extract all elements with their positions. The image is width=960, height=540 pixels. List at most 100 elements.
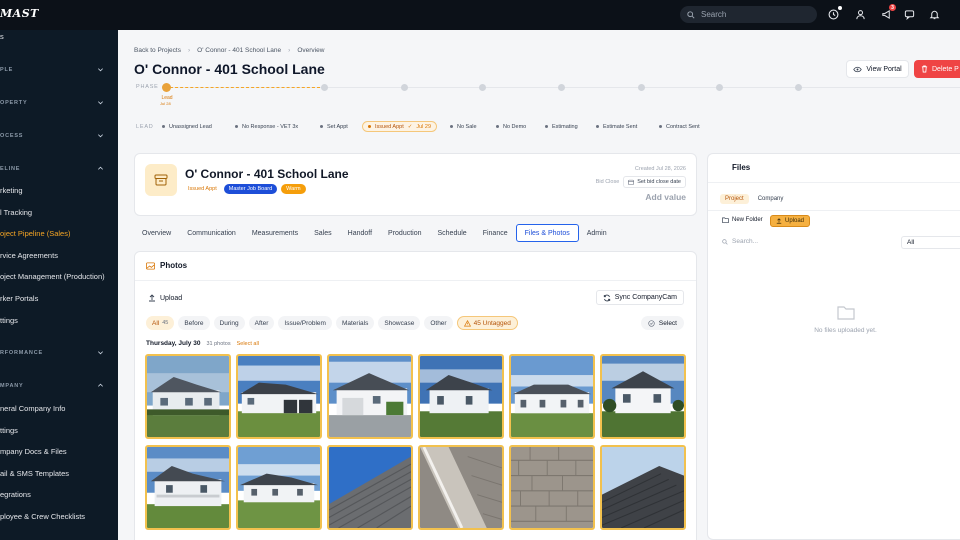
temperature-badge[interactable]: Warm — [281, 184, 306, 194]
lead-stage[interactable]: No Response - VET 3x — [235, 121, 298, 132]
sidebar-item-company-docs[interactable]: mpany Docs & Files — [0, 447, 67, 456]
photo-thumbnail[interactable] — [236, 445, 322, 530]
filter-after[interactable]: After — [248, 316, 275, 330]
select-all-link[interactable]: Select all — [237, 341, 259, 347]
tab-production[interactable]: Production — [380, 224, 429, 242]
filter-other[interactable]: Other — [424, 316, 453, 330]
phase-step-lead[interactable] — [162, 83, 171, 92]
search-input[interactable] — [701, 10, 811, 19]
tab-handoff[interactable]: Handoff — [340, 224, 380, 242]
app-logo[interactable]: MAST — [0, 7, 39, 20]
tab-communication[interactable]: Communication — [179, 224, 244, 242]
sidebar-item-worker-portals[interactable]: rker Portals — [0, 294, 38, 303]
tab-sales[interactable]: Sales — [306, 224, 340, 242]
lead-stage[interactable]: Contract Sent — [659, 121, 700, 132]
sidebar-section-pipeline[interactable]: ELINE — [0, 166, 20, 172]
sync-companycam-button[interactable]: Sync CompanyCam — [595, 290, 684, 305]
chevron-up-icon[interactable] — [97, 382, 104, 389]
delete-button[interactable]: Delete P — [914, 60, 960, 78]
select-photos-button[interactable]: Select — [640, 316, 684, 330]
tab-measurements[interactable]: Measurements — [244, 224, 306, 242]
filter-showcase[interactable]: Showcase — [378, 316, 421, 330]
upload-photos-button[interactable]: Upload — [148, 294, 182, 302]
photo-thumbnail[interactable] — [418, 354, 504, 439]
breadcrumb-project[interactable]: O' Connor - 401 School Lane — [197, 47, 281, 54]
lead-stage[interactable]: No Sale — [450, 121, 477, 132]
lead-stage[interactable]: Set Appt — [320, 121, 348, 132]
sidebar-section-people[interactable]: PLE — [0, 67, 13, 73]
sidebar-item-project-management[interactable]: oject Management (Production) — [0, 272, 105, 281]
lead-stage[interactable]: Unassigned Lead — [162, 121, 212, 132]
photo-thumbnail[interactable] — [600, 354, 686, 439]
sidebar-section-property[interactable]: OPERTY — [0, 100, 27, 106]
lead-stage[interactable]: Estimate Sent — [596, 121, 637, 132]
photo-thumbnail[interactable] — [236, 354, 322, 439]
chevron-down-icon[interactable] — [97, 132, 104, 139]
chevron-down-icon[interactable] — [97, 66, 104, 73]
breadcrumb-back[interactable]: Back to Projects — [134, 47, 181, 54]
phase-step[interactable] — [401, 84, 408, 91]
files-search[interactable] — [722, 238, 882, 245]
chevron-down-icon[interactable] — [97, 349, 104, 356]
tab-files-photos[interactable]: Files & Photos — [515, 224, 579, 242]
filter-during[interactable]: During — [213, 316, 245, 330]
board-badge[interactable]: Master Job Board — [223, 184, 278, 194]
bell-icon[interactable] — [928, 8, 941, 21]
files-search-input[interactable] — [732, 238, 872, 245]
sidebar-item-top[interactable]: s — [0, 32, 4, 41]
lead-stage-active[interactable]: Issued Appt ✓ Jul 29 — [362, 121, 438, 132]
lead-stage[interactable]: No Demo — [496, 121, 526, 132]
phase-step[interactable] — [795, 84, 802, 91]
sidebar-item-bill-tracking[interactable]: l Tracking — [0, 208, 32, 217]
photo-thumbnail[interactable] — [145, 354, 231, 439]
sidebar-item-settings[interactable]: ttings — [0, 316, 18, 325]
phase-step[interactable] — [321, 84, 328, 91]
phase-step[interactable] — [558, 84, 565, 91]
chevron-up-icon[interactable] — [97, 165, 104, 172]
photo-thumbnail[interactable] — [509, 445, 595, 530]
new-folder-button[interactable]: New Folder — [722, 217, 763, 223]
clock-icon[interactable] — [827, 6, 842, 21]
tab-overview[interactable]: Overview — [134, 224, 179, 242]
filter-issue-problem[interactable]: Issue/Problem — [278, 316, 332, 330]
sidebar-item-general-company-info[interactable]: neral Company Info — [0, 404, 65, 413]
files-tab-company[interactable]: Company — [753, 194, 789, 204]
phase-step[interactable] — [479, 84, 486, 91]
tab-finance[interactable]: Finance — [475, 224, 516, 242]
photo-thumbnail[interactable] — [145, 445, 231, 530]
files-tab-project[interactable]: Project — [720, 194, 749, 204]
photo-thumbnail[interactable] — [600, 445, 686, 530]
photo-thumbnail[interactable] — [327, 445, 413, 530]
tab-admin[interactable]: Admin — [579, 224, 615, 242]
filter-all[interactable]: All 45 — [146, 316, 175, 330]
photo-thumbnail[interactable] — [418, 445, 504, 530]
sidebar-item-marketing[interactable]: rketing — [0, 186, 23, 195]
users-icon[interactable] — [854, 8, 867, 21]
photo-thumbnail[interactable] — [509, 354, 595, 439]
filter-before[interactable]: Before — [178, 316, 210, 330]
chevron-down-icon[interactable] — [97, 99, 104, 106]
sidebar-item-company-settings[interactable]: ttings — [0, 426, 18, 435]
photo-thumbnail[interactable] — [327, 354, 413, 439]
filter-untagged[interactable]: 45 Untagged — [456, 316, 518, 330]
phase-step[interactable] — [638, 84, 645, 91]
phase-step[interactable] — [716, 84, 723, 91]
add-value-button[interactable]: Add value — [645, 192, 686, 202]
set-bid-close-button[interactable]: Set bid close date — [623, 176, 686, 188]
view-portal-button[interactable]: View Portal — [846, 60, 909, 78]
chat-icon[interactable] — [903, 8, 916, 21]
sidebar-item-crew-checklists[interactable]: ployee & Crew Checklists — [0, 512, 85, 521]
sidebar-section-performance[interactable]: RFORMANCE — [0, 350, 43, 356]
sidebar-item-email-sms-templates[interactable]: ail & SMS Templates — [0, 469, 69, 478]
sidebar-section-process[interactable]: OCESS — [0, 133, 23, 139]
sidebar-section-company[interactable]: MPANY — [0, 383, 23, 389]
files-filter-select[interactable]: All — [901, 236, 960, 249]
upload-files-button[interactable]: Upload — [770, 215, 811, 227]
sidebar-item-project-pipeline-sales[interactable]: oject Pipeline (Sales) — [0, 229, 70, 238]
tab-schedule[interactable]: Schedule — [430, 224, 475, 242]
filter-materials[interactable]: Materials — [335, 316, 375, 330]
megaphone-icon[interactable]: 3 — [880, 4, 896, 21]
sidebar-item-service-agreements[interactable]: rvice Agreements — [0, 251, 58, 260]
global-search[interactable] — [680, 6, 817, 23]
sidebar-item-integrations[interactable]: egrations — [0, 490, 31, 499]
